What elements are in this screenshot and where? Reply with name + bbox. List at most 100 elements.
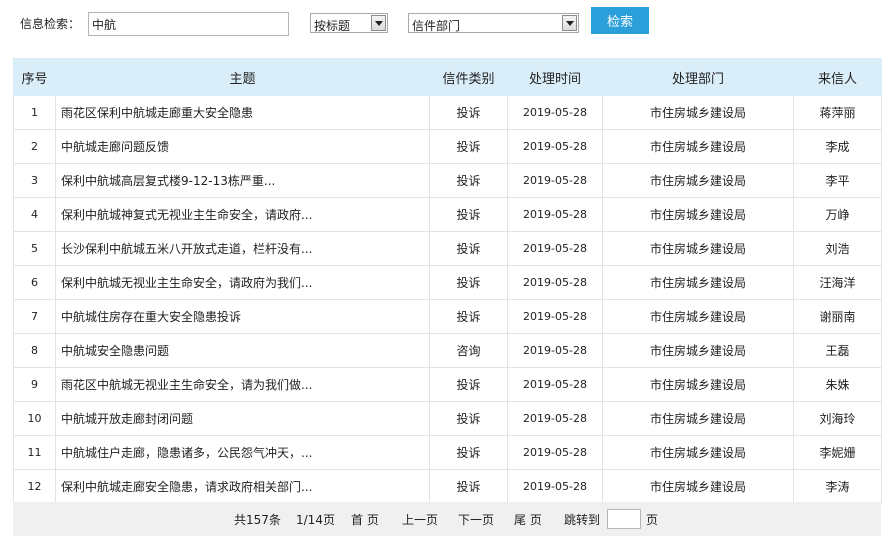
cell-subject-link[interactable]: 中航城走廊问题反馈 [55, 129, 430, 164]
cell-no: 10 [13, 401, 56, 436]
cell-subject-link[interactable]: 中航城开放走廊封闭问题 [55, 401, 430, 436]
cell-no: 12 [13, 469, 56, 504]
cell-sender: 汪海洋 [793, 265, 882, 300]
cell-dept: 市住房城乡建设局 [602, 129, 794, 164]
cell-subject-link[interactable]: 中航城住户走廊，隐患诸多，公民怨气冲天，... [55, 435, 430, 470]
cell-dept: 市住房城乡建设局 [602, 401, 794, 436]
table-row[interactable]: 9 雨花区中航城无视业主生命安全，请为我们做... 投诉 2019-05-28 市住房城… [13, 367, 882, 402]
cell-type: 咨询 [429, 333, 508, 368]
cell-sender: 李涛 [793, 469, 882, 504]
cell-type: 投诉 [429, 401, 508, 436]
header-date: 处理时间 [507, 58, 603, 96]
table-row[interactable]: 7 中航城住房存在重大安全隐患投诉 投诉 2019-05-28 市住房城乡建设局 谢丽南 [13, 299, 882, 334]
cell-sender: 李妮姗 [793, 435, 882, 470]
cell-date: 2019-05-28 [507, 265, 603, 300]
dept-select[interactable]: 信件部门 [408, 13, 579, 33]
cell-dept: 市住房城乡建设局 [602, 95, 794, 130]
header-type: 信件类别 [429, 58, 508, 96]
header-no: 序号 [13, 58, 56, 96]
cell-no: 7 [13, 299, 56, 334]
dept-select-value: 信件部门 [412, 19, 461, 33]
table-row[interactable]: 11 中航城住户走廊，隐患诸多，公民怨气冲天，... 投诉 2019-05-28 市住房… [13, 435, 882, 470]
cell-subject-link[interactable]: 保利中航城神复式无视业主生命安全，请政府... [55, 197, 430, 232]
cell-date: 2019-05-28 [507, 95, 603, 130]
next-page-link[interactable]: 下一页 [458, 511, 494, 528]
header-subject: 主题 [55, 58, 430, 96]
table-row[interactable]: 3 保利中航城高层复式楼9-12-13栋严重... 投诉 2019-05-28 市住房城… [13, 163, 882, 198]
cell-date: 2019-05-28 [507, 401, 603, 436]
cell-subject-link[interactable]: 长沙保利中航城五米八开放式走道，栏杆没有... [55, 231, 430, 266]
table-row[interactable]: 4 保利中航城神复式无视业主生命安全，请政府... 投诉 2019-05-28 市住房城… [13, 197, 882, 232]
cell-subject-link[interactable]: 保利中航城无视业主生命安全，请政府为我们... [55, 265, 430, 300]
total-count: 共157条 [234, 513, 281, 527]
cell-sender: 谢丽南 [793, 299, 882, 334]
cell-dept: 市住房城乡建设局 [602, 163, 794, 198]
cell-sender: 刘海玲 [793, 401, 882, 436]
prev-page-link[interactable]: 上一页 [402, 511, 438, 528]
cell-subject-link[interactable]: 中航城住房存在重大安全隐患投诉 [55, 299, 430, 334]
cell-sender: 万峥 [793, 197, 882, 232]
cell-sender: 蒋萍丽 [793, 95, 882, 130]
cell-date: 2019-05-28 [507, 299, 603, 334]
cell-date: 2019-05-28 [507, 469, 603, 504]
cell-type: 投诉 [429, 265, 508, 300]
cell-sender: 王磊 [793, 333, 882, 368]
cell-type: 投诉 [429, 435, 508, 470]
cell-sender: 朱姝 [793, 367, 882, 402]
table-row[interactable]: 10 中航城开放走廊封闭问题 投诉 2019-05-28 市住房城乡建设局 刘海玲 [13, 401, 882, 436]
cell-type: 投诉 [429, 367, 508, 402]
field-select-value: 按标题 [314, 19, 351, 33]
table-header-row: 序号 主题 信件类别 处理时间 处理部门 来信人 [13, 58, 882, 96]
field-select[interactable]: 按标题 [310, 13, 388, 33]
cell-dept: 市住房城乡建设局 [602, 197, 794, 232]
cell-no: 3 [13, 163, 56, 198]
search-bar: 信息检索： 按标题 信件部门 检索 [0, 0, 896, 50]
cell-date: 2019-05-28 [507, 333, 603, 368]
cell-dept: 市住房城乡建设局 [602, 367, 794, 402]
header-dept: 处理部门 [602, 58, 794, 96]
table-row[interactable]: 5 长沙保利中航城五米八开放式走道，栏杆没有... 投诉 2019-05-28 市住房城… [13, 231, 882, 266]
first-page-link[interactable]: 首 页 [351, 511, 379, 528]
cell-subject-link[interactable]: 雨花区保利中航城走廊重大安全隐患 [55, 95, 430, 130]
letters-table: 序号 主题 信件类别 处理时间 处理部门 来信人 1 雨花区保利中航城走廊重大安全… [13, 58, 882, 504]
cell-subject-link[interactable]: 雨花区中航城无视业主生命安全，请为我们做... [55, 367, 430, 402]
cell-date: 2019-05-28 [507, 163, 603, 198]
cell-no: 9 [13, 367, 56, 402]
jump-page-input[interactable] [607, 509, 641, 529]
cell-date: 2019-05-28 [507, 129, 603, 164]
table-row[interactable]: 8 中航城安全隐患问题 咨询 2019-05-28 市住房城乡建设局 王磊 [13, 333, 882, 368]
cell-date: 2019-05-28 [507, 197, 603, 232]
pagination: 共157条 1/14页 首 页 上一页 下一页 尾 页 跳转到 页 [13, 502, 881, 536]
header-sender: 来信人 [793, 58, 882, 96]
cell-no: 8 [13, 333, 56, 368]
cell-no: 6 [13, 265, 56, 300]
table-row[interactable]: 2 中航城走廊问题反馈 投诉 2019-05-28 市住房城乡建设局 李成 [13, 129, 882, 164]
table-row[interactable]: 12 保利中航城走廊安全隐患，请求政府相关部门... 投诉 2019-05-28 市住房… [13, 469, 882, 504]
page-info: 1/14页 [296, 513, 335, 527]
cell-no: 4 [13, 197, 56, 232]
chevron-down-icon[interactable] [371, 15, 386, 31]
cell-subject-link[interactable]: 保利中航城高层复式楼9-12-13栋严重... [55, 163, 430, 198]
page-unit-label: 页 [646, 513, 659, 527]
last-page-link[interactable]: 尾 页 [514, 511, 542, 528]
cell-subject-link[interactable]: 中航城安全隐患问题 [55, 333, 430, 368]
chevron-down-icon[interactable] [562, 15, 577, 31]
cell-type: 投诉 [429, 197, 508, 232]
cell-dept: 市住房城乡建设局 [602, 469, 794, 504]
cell-date: 2019-05-28 [507, 435, 603, 470]
cell-no: 5 [13, 231, 56, 266]
cell-sender: 李成 [793, 129, 882, 164]
cell-dept: 市住房城乡建设局 [602, 231, 794, 266]
cell-type: 投诉 [429, 299, 508, 334]
cell-type: 投诉 [429, 163, 508, 198]
table-row[interactable]: 1 雨花区保利中航城走廊重大安全隐患 投诉 2019-05-28 市住房城乡建设局 蒋萍丽 [13, 95, 882, 130]
cell-type: 投诉 [429, 95, 508, 130]
table-row[interactable]: 6 保利中航城无视业主生命安全，请政府为我们... 投诉 2019-05-28 市住房城… [13, 265, 882, 300]
search-input[interactable] [88, 12, 289, 36]
cell-type: 投诉 [429, 231, 508, 266]
search-button[interactable]: 检索 [591, 7, 649, 34]
jump-label: 跳转到 [564, 513, 601, 527]
search-label: 信息检索： [20, 17, 81, 31]
cell-subject-link[interactable]: 保利中航城走廊安全隐患，请求政府相关部门... [55, 469, 430, 504]
cell-dept: 市住房城乡建设局 [602, 299, 794, 334]
